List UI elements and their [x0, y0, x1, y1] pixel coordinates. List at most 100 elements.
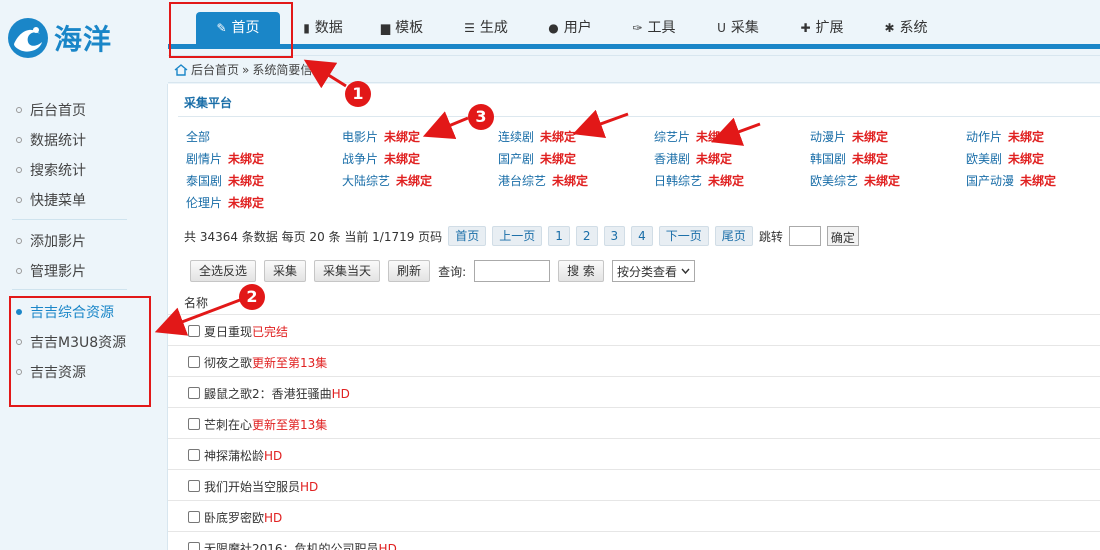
category-status: 未绑定 — [384, 152, 421, 166]
refresh-button[interactable]: 刷新 — [388, 260, 431, 282]
search-button[interactable]: 搜 索 — [558, 260, 604, 282]
book-icon: ▮ — [303, 21, 310, 35]
prev-page-button[interactable]: 上一页 — [492, 226, 543, 246]
row-checkbox[interactable] — [188, 511, 200, 523]
collect-today-button[interactable]: 采集当天 — [314, 260, 381, 282]
category-item[interactable]: 剧情片 未绑定 — [186, 150, 264, 167]
wave-logo-icon — [8, 18, 48, 58]
row-checkbox[interactable] — [188, 449, 200, 461]
nav-tools[interactable]: ✑ 工具 — [612, 12, 696, 44]
sidebar-item-label: 数据统计 — [30, 133, 86, 149]
row-title[interactable]: 我们开始当空服员HD — [204, 478, 318, 495]
nav-collect[interactable]: U 采集 — [696, 12, 780, 44]
sidebar-item-stats[interactable]: 数据统计 — [16, 130, 86, 150]
sidebar-item-label: 后台首页 — [30, 103, 86, 119]
page-1-button[interactable]: 1 — [548, 226, 570, 246]
category-select[interactable]: 按分类查看 — [611, 260, 695, 282]
category-item[interactable]: 日韩综艺 未绑定 — [654, 172, 744, 189]
category-item[interactable]: 韩国剧 未绑定 — [810, 150, 888, 167]
gear-icon: ✱ — [884, 21, 895, 35]
category-status: 未绑定 — [852, 152, 889, 166]
nav-template[interactable]: ▆ 模板 — [360, 12, 444, 44]
category-name: 连续剧 — [498, 130, 535, 144]
category-item[interactable]: 港台综艺 未绑定 — [498, 172, 588, 189]
sidebar-item-label: 管理影片 — [30, 264, 86, 280]
breadcrumb-home[interactable]: 后台首页 — [191, 61, 239, 78]
sidebar-item-manage-movie[interactable]: 管理影片 — [16, 261, 86, 281]
page-4-button[interactable]: 4 — [631, 226, 653, 246]
row-status: HD — [264, 511, 283, 525]
category-name: 综艺片 — [654, 130, 691, 144]
row-title[interactable]: 卧底罗密欧HD — [204, 509, 282, 526]
row-status: HD — [264, 449, 283, 463]
sidebar-item-add-movie[interactable]: 添加影片 — [16, 231, 86, 251]
row-checkbox[interactable] — [188, 418, 200, 430]
row-title-text: 神探蒲松龄 — [204, 449, 265, 463]
category-item[interactable]: 伦理片 未绑定 — [186, 194, 264, 211]
category-status: 未绑定 — [696, 152, 733, 166]
category-status: 未绑定 — [228, 196, 265, 210]
category-name: 伦理片 — [186, 196, 223, 210]
sidebar-item-search-stats[interactable]: 搜索统计 — [16, 160, 86, 180]
row-title[interactable]: 彻夜之歌更新至第13集 — [204, 354, 327, 371]
nav-generate[interactable]: ☰ 生成 — [444, 12, 528, 44]
category-item[interactable]: 综艺片 未绑定 — [654, 128, 732, 145]
category-name: 国产动漫 — [966, 174, 1015, 188]
last-page-button[interactable]: 尾页 — [714, 226, 753, 246]
category-item[interactable]: 战争片 未绑定 — [342, 150, 420, 167]
category-item[interactable]: 欧美综艺 未绑定 — [810, 172, 900, 189]
row-title[interactable]: 无限魔社2016：危机的公司职员HD — [204, 540, 397, 550]
nav-user[interactable]: ● 用户 — [528, 12, 612, 44]
category-status: 未绑定 — [852, 130, 889, 144]
category-item[interactable]: 动漫片 未绑定 — [810, 128, 888, 145]
logo[interactable]: 海洋 — [6, 8, 156, 68]
row-title[interactable]: 神探蒲松龄HD — [204, 447, 282, 464]
category-status: 未绑定 — [696, 130, 733, 144]
page-2-button[interactable]: 2 — [575, 226, 598, 246]
category-item[interactable]: 连续剧 未绑定 — [498, 128, 576, 145]
list-header: 名称 — [184, 296, 209, 310]
row-checkbox[interactable] — [188, 325, 200, 337]
nav-system[interactable]: ✱ 系统 — [864, 12, 948, 44]
category-item[interactable]: 国产动漫 未绑定 — [966, 172, 1056, 189]
goto-label: 跳转 — [758, 229, 783, 244]
row-title[interactable]: 芒刺在心更新至第13集 — [204, 416, 327, 433]
nav-data[interactable]: ▮ 数据 — [286, 12, 360, 44]
sidebar-item-shortcuts[interactable]: 快捷菜单 — [16, 190, 86, 210]
category-item[interactable]: 香港剧 未绑定 — [654, 150, 732, 167]
row-checkbox[interactable] — [188, 356, 200, 368]
collect-button[interactable]: 采集 — [264, 260, 307, 282]
sidebar-item-label: 添加影片 — [30, 234, 86, 250]
list-item: 神探蒲松龄HD — [168, 438, 1100, 469]
search-input[interactable] — [474, 260, 551, 282]
category-name: 动漫片 — [810, 130, 847, 144]
nav-extend[interactable]: ✚ 扩展 — [780, 12, 864, 44]
goto-page-input[interactable] — [788, 226, 821, 246]
select-all-button[interactable]: 全选反选 — [190, 260, 257, 282]
row-title-text: 芒刺在心 — [204, 418, 253, 432]
category-status: 未绑定 — [552, 174, 589, 188]
category-item[interactable]: 泰国剧 未绑定 — [186, 172, 264, 189]
category-name: 全部 — [186, 130, 211, 144]
category-status: 未绑定 — [864, 174, 901, 188]
breadcrumb-bar: 后台首页 » 系统简要信 — [168, 55, 1100, 83]
category-item[interactable]: 欧美剧 未绑定 — [966, 150, 1044, 167]
bullet-icon — [16, 238, 22, 244]
category-item[interactable]: 国产剧 未绑定 — [498, 150, 576, 167]
sidebar-item-home[interactable]: 后台首页 — [16, 100, 86, 120]
row-checkbox[interactable] — [188, 542, 200, 550]
row-title[interactable]: 鼹鼠之歌2：香港狂骚曲HD — [204, 385, 350, 402]
header: 海洋 ✎ 首页 ▮ 数据 ▆ 模板 ☰ 生成 ● 用户 ✑ 工具 U 采集 ✚ … — [0, 0, 1100, 84]
category-item[interactable]: 动作片 未绑定 — [966, 128, 1044, 145]
category-item[interactable]: 大陆综艺 未绑定 — [342, 172, 432, 189]
category-item[interactable]: 电影片 未绑定 — [342, 128, 420, 145]
category-name: 电影片 — [342, 130, 379, 144]
page-3-button[interactable]: 3 — [603, 226, 626, 246]
row-title[interactable]: 夏日重现已完结 — [204, 323, 288, 340]
category-item[interactable]: 全部 — [186, 128, 210, 145]
first-page-button[interactable]: 首页 — [448, 226, 487, 246]
next-page-button[interactable]: 下一页 — [658, 226, 709, 246]
row-checkbox[interactable] — [188, 480, 200, 492]
row-checkbox[interactable] — [188, 387, 200, 399]
goto-confirm-button[interactable]: 确定 — [826, 226, 859, 246]
